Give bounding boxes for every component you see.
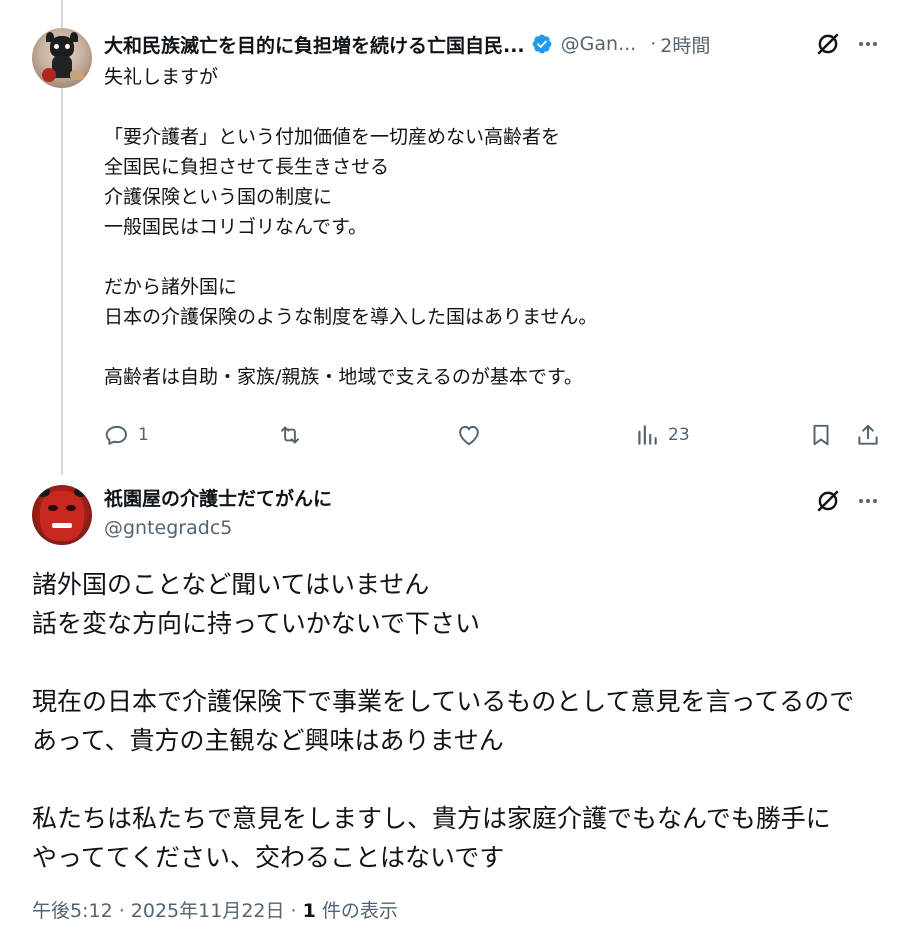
tweet-text-line: 失礼しますが — [104, 66, 219, 88]
parent-tweet[interactable]: 大和民族滅亡を目的に負担増を続ける亡国自民... @Gan... · 2時間 失… — [0, 0, 913, 470]
share-button[interactable] — [855, 422, 881, 448]
like-icon — [459, 425, 479, 446]
tweet-text-line: 話を変な方向に持っていかないで下さい — [32, 609, 481, 638]
retweet-button[interactable] — [277, 422, 303, 448]
reply-count: 1 — [138, 425, 149, 445]
user-handle[interactable]: @Gan... — [561, 33, 637, 55]
retweet-icon — [280, 426, 300, 444]
tweet-text-line: やっててください、交わることはないです — [32, 843, 505, 872]
tweet-text-line — [32, 760, 892, 799]
more-icon[interactable] — [855, 31, 881, 57]
tweet-text-line: だから諸外国に — [104, 276, 238, 298]
display-name[interactable]: 祇園屋の介護士だてがんに — [104, 484, 332, 511]
reply-button[interactable]: 1 — [104, 422, 149, 448]
tweet-text-line: 高齢者は自助・家族/親族・地域で支えるのが基本です。 — [104, 366, 583, 388]
view-count: 23 — [668, 425, 690, 445]
reply-icon — [105, 425, 127, 446]
tweet-text-line: 全国民に負担させて長生きさせる — [104, 156, 390, 178]
tweet-text-line: あって、貴方の主観など興味はありません — [32, 726, 504, 755]
tweet-text: 失礼しますが「要介護者」という付加価値を一切産めない高齢者を 全国民に負担させて長… — [104, 62, 884, 392]
tweet-header: 祇園屋の介護士だてがんに — [104, 484, 332, 511]
like-button[interactable] — [456, 422, 482, 448]
grok-icon[interactable] — [815, 31, 841, 57]
grok-icon[interactable] — [815, 488, 841, 514]
action-bar: 1 23 — [104, 420, 884, 452]
tweet-text: 諸外国のことなど聞いてはいません話を変な方向に持っていかないで下さい現在の日本で… — [32, 565, 892, 877]
tweet-header: 大和民族滅亡を目的に負担増を続ける亡国自民... @Gan... · 2時間 — [104, 30, 804, 58]
views-icon — [638, 425, 657, 445]
tweet-text-line — [104, 332, 884, 362]
tweet-text-line: 現在の日本で介護保険下で事業をしているものとして意見を言ってるので — [32, 687, 855, 716]
tweet-text-line: 「要介護者」という付加価値を一切産めない高齢者を — [104, 126, 561, 148]
bookmark-icon — [813, 424, 829, 446]
views-count[interactable]: 1 — [303, 900, 316, 922]
views-label: 件の表示 — [315, 900, 398, 922]
share-icon — [858, 424, 878, 445]
tweet-text-line — [32, 643, 892, 682]
post-time[interactable]: 2時間 — [660, 31, 710, 58]
bookmark-button[interactable] — [808, 422, 834, 448]
separator-dot: · — [650, 33, 657, 55]
tweet-metadata: 午後5:12 · 2025年11月22日 · 1 件の表示 — [32, 896, 398, 923]
timestamp[interactable]: 午後5:12 · 2025年11月22日 · — [32, 900, 303, 922]
avatar[interactable] — [32, 28, 92, 88]
tweet-text-line: 介護保険という国の制度に — [104, 186, 333, 208]
more-icon[interactable] — [855, 488, 881, 514]
tweet-text-line: 一般国民はコリゴリなんです。 — [104, 216, 368, 238]
views-button[interactable]: 23 — [634, 422, 690, 448]
tweet-text-line — [104, 92, 884, 122]
tweet-text-line: 諸外国のことなど聞いてはいません — [32, 570, 430, 599]
avatar[interactable] — [32, 485, 92, 545]
tweet-text-line: 日本の介護保険のような制度を導入した国はありません。 — [104, 306, 598, 328]
user-handle[interactable]: @gntegradc5 — [104, 517, 232, 539]
verified-badge-icon — [532, 34, 552, 54]
tweet-text-line — [104, 242, 884, 272]
tweet-text-line: 私たちは私たちで意見をしますし、貴方は家庭介護でもなんでも勝手に — [32, 804, 831, 833]
display-name[interactable]: 大和民族滅亡を目的に負担増を続ける亡国自民... — [104, 31, 525, 58]
